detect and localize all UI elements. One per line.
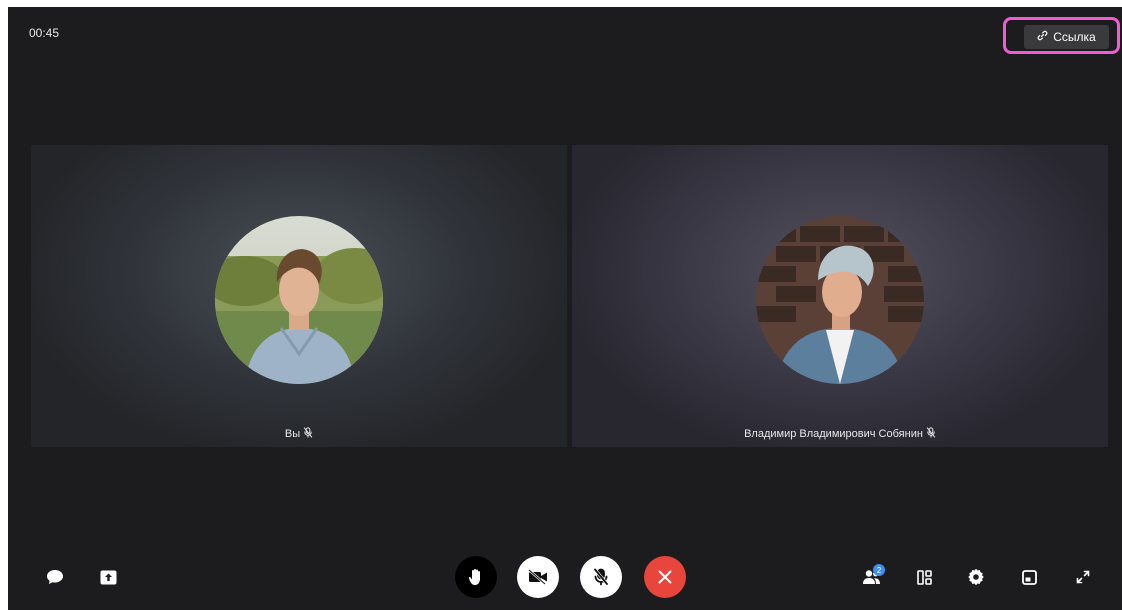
participants-button[interactable]: 2 [861, 564, 885, 587]
chat-button[interactable] [45, 567, 65, 587]
settings-icon [967, 568, 985, 586]
end-call-button[interactable] [644, 556, 686, 598]
participant-name: Вы [284, 428, 301, 440]
participant-tile-remote[interactable]: Владимир Владимирович Собянин [572, 145, 1108, 447]
participants-count-badge: 2 [873, 564, 885, 576]
raise-hand-icon [468, 568, 484, 586]
mic-off-icon [593, 568, 609, 586]
video-call-window: 00:45 Ссылка Вы Владимир Владимирович Со… [8, 7, 1122, 610]
screen-share-button[interactable] [98, 567, 118, 587]
call-timer: 00:45 [29, 26, 60, 40]
participant-tile-self[interactable]: Вы [31, 145, 567, 447]
picture-in-picture-button[interactable] [1019, 567, 1039, 587]
participant-label: Владимир Владимирович Собянин [572, 427, 1108, 441]
participants-icon: 2 [862, 564, 885, 585]
fullscreen-button[interactable] [1073, 567, 1093, 587]
fullscreen-icon [1076, 570, 1090, 584]
screen-share-icon [100, 570, 117, 585]
mic-off-icon [303, 427, 313, 441]
mic-toggle-button[interactable] [580, 556, 622, 598]
chat-icon [46, 569, 64, 585]
layout-button[interactable] [914, 567, 934, 587]
layout-icon [916, 569, 932, 585]
avatar [215, 216, 383, 384]
camera-off-icon [528, 569, 548, 585]
picture-in-picture-icon [1021, 569, 1037, 585]
participant-name: Владимир Владимирович Собянин [744, 428, 923, 440]
link-icon [1037, 30, 1048, 44]
raise-hand-button[interactable] [455, 556, 497, 598]
participant-label: Вы [31, 427, 567, 441]
avatar [756, 216, 924, 384]
copy-link-button[interactable]: Ссылка [1024, 25, 1109, 49]
camera-toggle-button[interactable] [517, 556, 559, 598]
settings-button[interactable] [966, 567, 986, 587]
mic-off-icon [926, 427, 936, 441]
copy-link-label: Ссылка [1053, 30, 1096, 44]
end-call-icon [657, 569, 673, 585]
